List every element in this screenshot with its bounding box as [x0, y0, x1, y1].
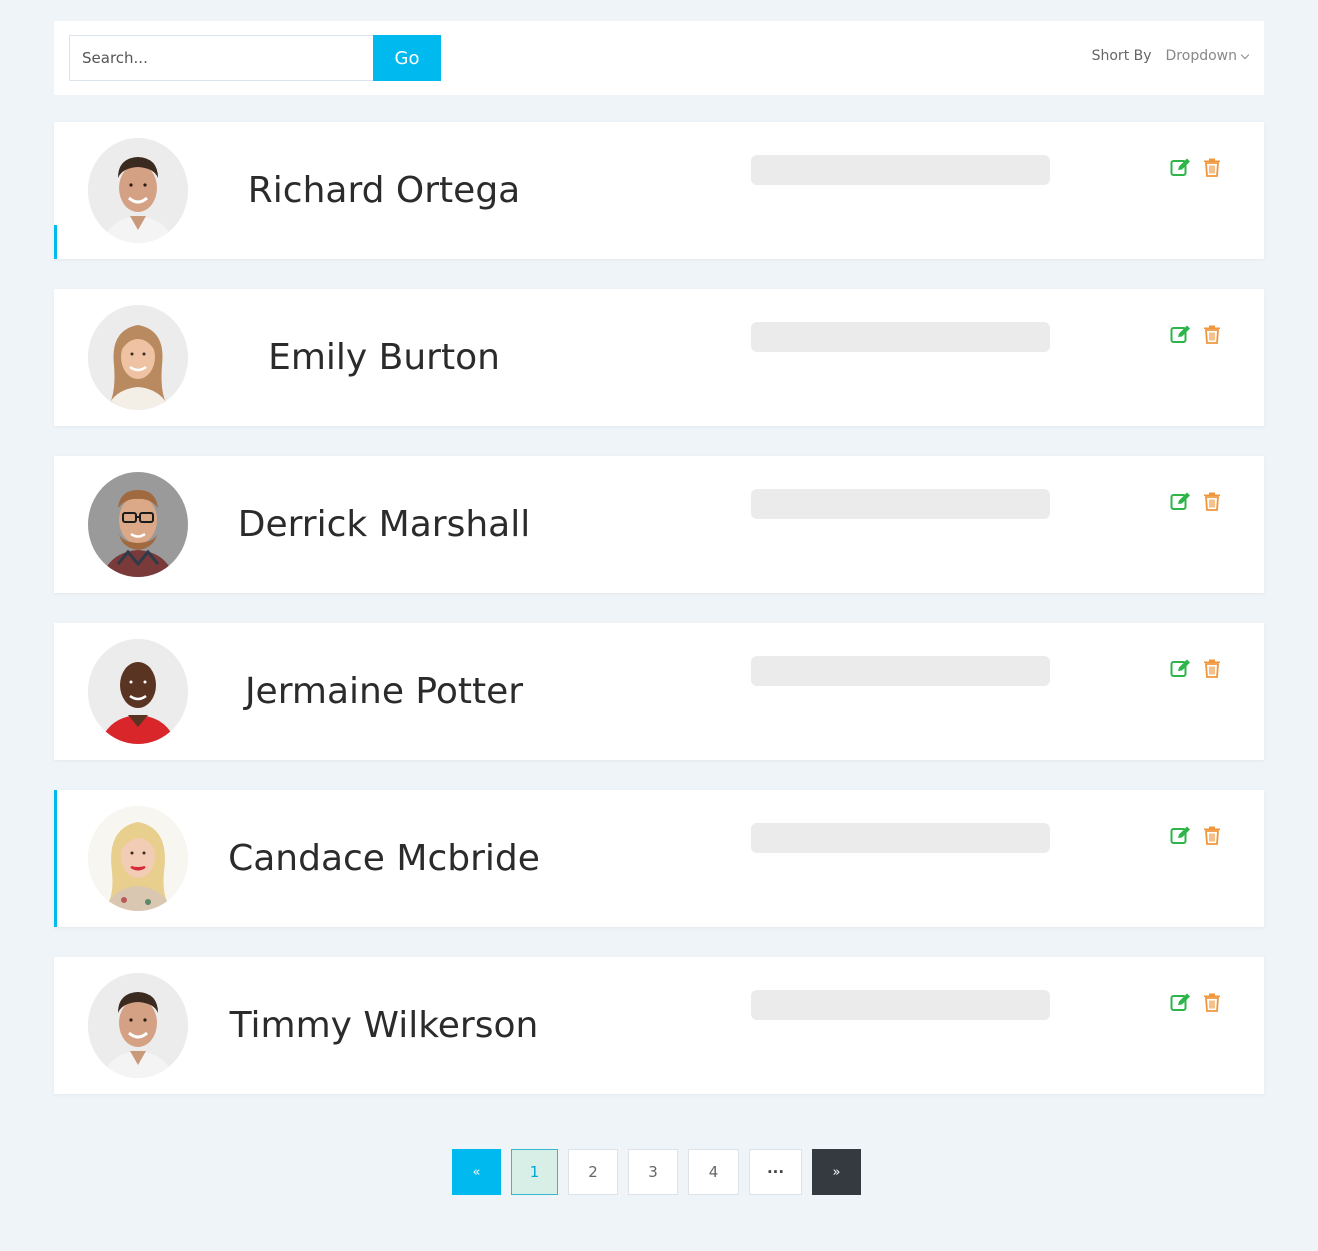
person-name: Jermaine Potter	[244, 671, 524, 712]
person-card: Richard Ortega	[54, 122, 1264, 259]
edit-icon[interactable]	[1170, 825, 1192, 845]
person-name: Timmy Wilkerson	[229, 1005, 539, 1046]
go-button[interactable]: Go	[373, 35, 441, 81]
trash-icon[interactable]	[1203, 491, 1221, 511]
trash-icon[interactable]	[1203, 992, 1221, 1012]
avatar	[88, 305, 188, 410]
pagination-page-4[interactable]: 4	[688, 1149, 739, 1195]
trash-icon[interactable]	[1203, 157, 1221, 177]
placeholder-bar	[751, 155, 1050, 185]
person-name: Emily Burton	[268, 337, 500, 378]
placeholder-bar	[751, 489, 1050, 519]
avatar	[88, 472, 188, 577]
sort-control: Short By Dropdown	[1091, 48, 1250, 64]
avatar	[88, 138, 188, 243]
edit-icon[interactable]	[1170, 658, 1192, 678]
placeholder-bar	[751, 823, 1050, 853]
avatar	[88, 973, 188, 1078]
card-accent	[54, 225, 57, 259]
chevron-down-icon	[1240, 50, 1250, 59]
placeholder-bar	[751, 990, 1050, 1020]
pagination-page-2[interactable]: 2	[568, 1149, 618, 1195]
pagination-page-3[interactable]: 3	[628, 1149, 678, 1195]
person-card: Jermaine Potter	[54, 623, 1264, 760]
sort-dropdown-label: Dropdown	[1165, 48, 1237, 64]
edit-icon[interactable]	[1170, 491, 1192, 511]
edit-icon[interactable]	[1170, 992, 1192, 1012]
person-card: Derrick Marshall	[54, 456, 1264, 593]
trash-icon[interactable]	[1203, 324, 1221, 344]
person-card: Candace Mcbride	[54, 790, 1264, 927]
pagination-prev-button[interactable]: «	[452, 1149, 501, 1195]
placeholder-bar	[751, 322, 1050, 352]
pagination-ellipsis[interactable]: ···	[749, 1149, 802, 1195]
sort-dropdown[interactable]: Dropdown	[1165, 48, 1250, 64]
pagination-page-1[interactable]: 1	[511, 1149, 558, 1195]
placeholder-bar	[751, 656, 1050, 686]
person-name: Richard Ortega	[247, 170, 521, 211]
person-name: Derrick Marshall	[237, 504, 531, 545]
trash-icon[interactable]	[1203, 825, 1221, 845]
sort-label: Short By	[1091, 48, 1152, 64]
search-input[interactable]	[69, 35, 373, 81]
person-name: Candace Mcbride	[228, 838, 540, 879]
edit-icon[interactable]	[1170, 157, 1192, 177]
avatar	[88, 806, 188, 911]
person-card: Timmy Wilkerson	[54, 957, 1264, 1094]
avatar	[88, 639, 188, 744]
toolbar: Go Short By Dropdown	[54, 21, 1264, 95]
trash-icon[interactable]	[1203, 658, 1221, 678]
person-card: Emily Burton	[54, 289, 1264, 426]
pagination-next-button[interactable]: »	[812, 1149, 861, 1195]
edit-icon[interactable]	[1170, 324, 1192, 344]
